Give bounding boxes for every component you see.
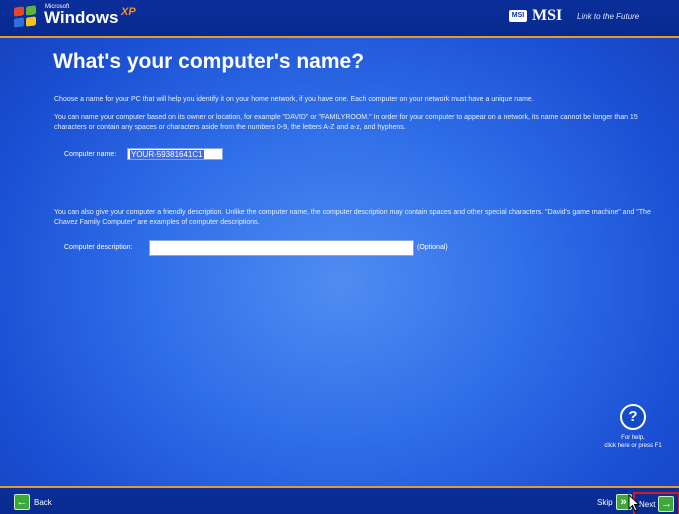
help-icon[interactable]: ? (620, 404, 646, 430)
bottom-bar: ← Back Skip » Next → (0, 486, 679, 514)
msi-logo: MSI (532, 7, 563, 24)
top-bar: Microsoft Windows XP MSI MSI Link to the… (0, 0, 679, 38)
help-link[interactable]: ? For help, click here or press F1 (598, 404, 668, 456)
skip-label: Skip (597, 497, 613, 507)
naming-rules-text: You can name your computer based on its … (54, 114, 638, 131)
msi-badge-icon: MSI (509, 10, 527, 22)
computer-name-input[interactable]: YOUR-59381641C1 (127, 148, 223, 160)
next-label: Next (639, 499, 656, 509)
back-button[interactable]: ← Back (14, 494, 52, 510)
computer-name-label: Computer name: (64, 151, 117, 158)
computer-description-input[interactable] (149, 240, 414, 256)
computer-name-value: YOUR-59381641C1 (130, 150, 204, 159)
windows-flag-icon (14, 5, 38, 28)
windows-logo-text: Windows (44, 8, 119, 27)
help-text-line1: For help, (621, 435, 645, 441)
skip-button[interactable]: Skip » (597, 494, 632, 510)
optional-label: (Optional) (417, 244, 448, 251)
msi-tagline: Link to the Future (577, 12, 640, 21)
back-label: Back (34, 497, 52, 507)
next-arrow-icon: → (658, 496, 675, 512)
description-intro-text: You can also give your computer a friend… (54, 209, 651, 226)
intro-text: Choose a name for your PC that will help… (54, 96, 534, 103)
help-text-line2: click here or press F1 (604, 443, 662, 449)
computer-description-label: Computer description: (64, 244, 133, 251)
page-title: What's your computer's name? (53, 50, 365, 73)
back-arrow-icon: ← (14, 494, 30, 510)
help-text: For help, click here or press F1 (598, 434, 668, 450)
xp-logo-text: XP (121, 6, 136, 18)
setup-screen: Microsoft Windows XP MSI MSI Link to the… (0, 0, 679, 514)
